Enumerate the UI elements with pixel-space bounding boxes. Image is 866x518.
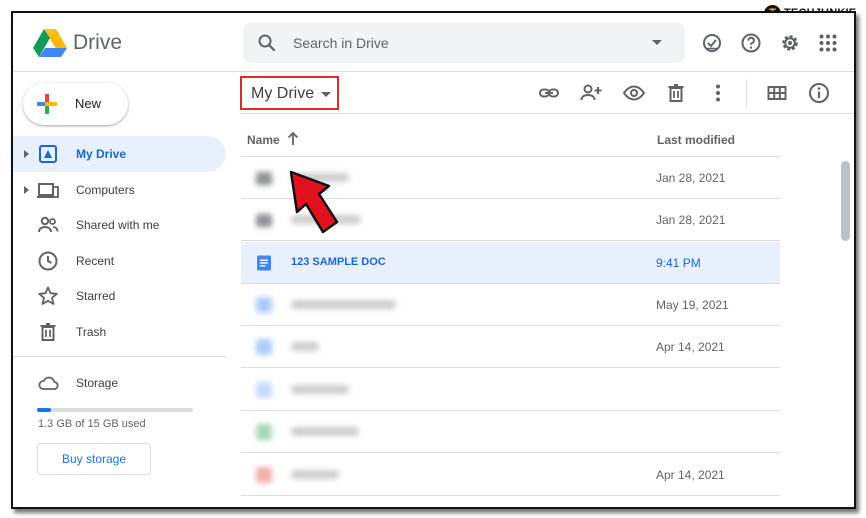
- header-divider: [13, 71, 854, 72]
- column-header-last-modified[interactable]: Last modified: [657, 133, 735, 147]
- sidebar-item-label: Computers: [76, 183, 135, 197]
- buy-storage-button[interactable]: Buy storage: [37, 443, 151, 475]
- file-last-modified: Apr 14, 2021: [656, 340, 725, 354]
- my-drive-icon: [37, 143, 59, 165]
- people-icon: [37, 214, 59, 236]
- file-row[interactable]: Apr 14, 2021: [241, 454, 780, 496]
- file-name: 123 SAMPLE DOC: [291, 256, 386, 268]
- file-last-modified: 9:41 PM: [656, 256, 701, 270]
- search-input[interactable]: Search in Drive: [293, 35, 389, 51]
- toolbar-separator: [746, 79, 747, 107]
- file-row[interactable]: Apr 14, 2021: [241, 326, 780, 368]
- file-row[interactable]: [241, 411, 780, 453]
- search-options-icon[interactable]: [652, 40, 662, 45]
- sidebar-item-label: Recent: [76, 254, 115, 268]
- file-last-modified: Jan 28, 2021: [656, 171, 726, 185]
- file-name-redacted: [291, 300, 396, 309]
- sidebar-item-label: My Drive: [76, 147, 127, 161]
- google-doc-icon: [256, 382, 272, 398]
- settings-gear-icon[interactable]: [779, 32, 801, 54]
- ready-offline-icon[interactable]: [701, 32, 723, 54]
- google-doc-icon: [256, 255, 272, 271]
- dropdown-arrow-icon: [321, 92, 331, 97]
- sidebar-item-storage[interactable]: Storage: [13, 365, 226, 401]
- sort-ascending-arrow-icon[interactable]: [286, 130, 300, 146]
- sidebar-item-recent[interactable]: Recent: [13, 243, 226, 279]
- app-name[interactable]: Drive: [73, 31, 122, 55]
- sidebar-item-my-drive[interactable]: My Drive: [13, 136, 226, 172]
- search-bar[interactable]: Search in Drive: [243, 23, 685, 63]
- sidebar-divider: [13, 356, 226, 357]
- star-icon: [37, 285, 59, 307]
- sidebar-item-label: Trash: [76, 325, 107, 339]
- file-row[interactable]: May 19, 2021: [241, 284, 780, 326]
- file-name-redacted: [291, 342, 319, 351]
- expand-caret-icon[interactable]: [24, 186, 29, 194]
- folder-icon: [256, 172, 272, 185]
- file-last-modified: Apr 14, 2021: [656, 468, 725, 482]
- file-last-modified: May 19, 2021: [656, 298, 729, 312]
- file-last-modified: Jan 28, 2021: [656, 213, 726, 227]
- expand-caret-icon[interactable]: [24, 150, 29, 158]
- plus-icon: [36, 93, 58, 115]
- get-link-icon[interactable]: [537, 81, 561, 105]
- drive-logo-icon[interactable]: [33, 28, 67, 58]
- computer-icon: [37, 179, 59, 201]
- apps-grid-icon[interactable]: [818, 33, 838, 53]
- search-icon[interactable]: [257, 33, 277, 53]
- sidebar-item-computers[interactable]: Computers: [13, 172, 226, 208]
- file-row[interactable]: [241, 369, 780, 411]
- share-add-person-icon[interactable]: [579, 81, 603, 105]
- sidebar-item-shared-with-me[interactable]: Shared with me: [13, 207, 226, 243]
- google-doc-icon: [256, 297, 272, 313]
- file-name-redacted: [291, 385, 349, 394]
- pdf-icon: [256, 467, 272, 483]
- column-header-name[interactable]: Name: [247, 133, 280, 147]
- storage-progress-fill: [37, 408, 51, 412]
- sidebar-item-starred[interactable]: Starred: [13, 278, 226, 314]
- folder-icon: [256, 214, 272, 227]
- drive-window: Drive Search in Drive New My Drive Compu…: [11, 11, 856, 509]
- preview-eye-icon[interactable]: [622, 81, 646, 105]
- more-actions-icon[interactable]: [706, 81, 730, 105]
- file-row-selected[interactable]: 123 SAMPLE DOC 9:41 PM: [241, 242, 780, 284]
- trash-icon: [37, 321, 59, 343]
- clock-icon: [37, 250, 59, 272]
- file-name-redacted: [291, 470, 339, 479]
- new-button-label: New: [75, 96, 102, 111]
- sidebar-item-label: Storage: [76, 376, 119, 390]
- new-button[interactable]: New: [23, 83, 128, 125]
- storage-progress-bar: [37, 408, 193, 412]
- info-icon[interactable]: [807, 81, 831, 105]
- sidebar-item-label: Shared with me: [76, 218, 160, 232]
- location-label: My Drive: [251, 85, 315, 102]
- cloud-icon: [37, 372, 59, 394]
- google-doc-icon: [256, 339, 272, 355]
- remove-trash-icon[interactable]: [664, 81, 688, 105]
- my-drive-location-button[interactable]: My Drive: [240, 76, 339, 110]
- google-sheet-icon: [256, 424, 272, 440]
- annotation-arrow-icon: [285, 164, 341, 236]
- toolbar-divider: [240, 113, 854, 114]
- file-name-redacted: [291, 427, 359, 436]
- grid-view-icon[interactable]: [765, 81, 789, 105]
- sidebar-item-label: Starred: [76, 289, 116, 303]
- sidebar-item-trash[interactable]: Trash: [13, 314, 226, 350]
- help-icon[interactable]: [740, 32, 762, 54]
- scrollbar-thumb[interactable]: [841, 161, 850, 241]
- storage-used-text: 1.3 GB of 15 GB used: [38, 418, 146, 430]
